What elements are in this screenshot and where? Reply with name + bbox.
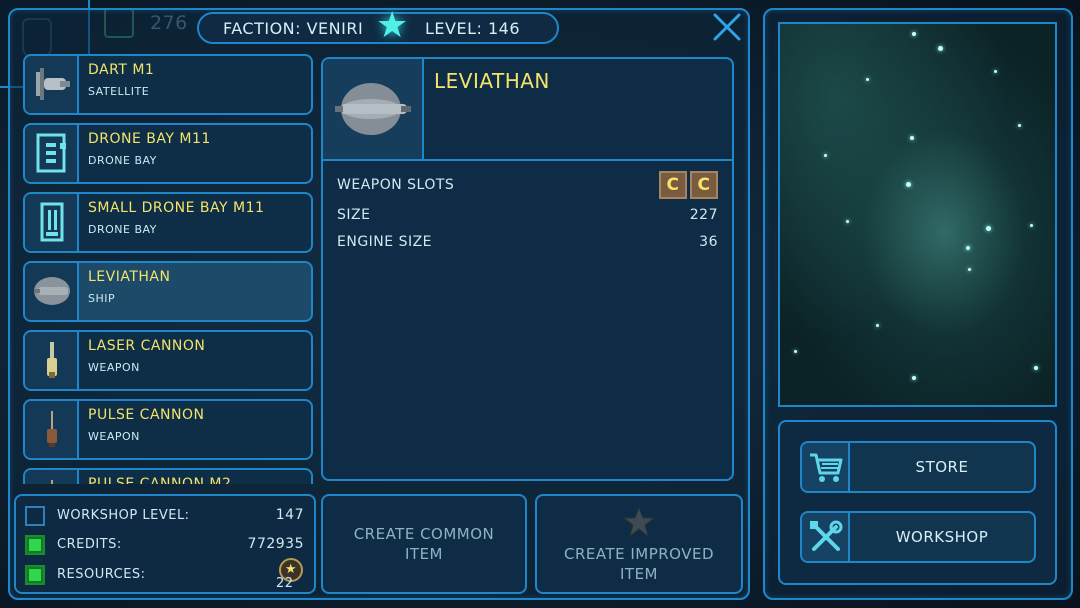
- item-name: PULSE CANNON: [88, 407, 205, 423]
- small-drone-bay-icon: [40, 202, 64, 242]
- engine-size-value: 36: [699, 234, 718, 250]
- weapon-slots-label: WEAPON SLOTS: [337, 177, 455, 193]
- pulse-cannon-icon: [51, 480, 53, 484]
- cart-icon: [810, 453, 843, 482]
- star-dot: [966, 246, 970, 250]
- list-item-drone-bay-m11[interactable]: DRONE BAY M11 DRONE BAY: [23, 123, 313, 184]
- star-dot: [866, 78, 869, 81]
- list-item-dart-m1[interactable]: DART M1 SATELLITE: [23, 54, 313, 115]
- weapon-slot-badge: C: [659, 171, 687, 199]
- item-type: WEAPON: [88, 430, 140, 443]
- tools-icon: [810, 520, 843, 551]
- size-label: SIZE: [337, 207, 371, 223]
- star-icon: [623, 506, 655, 538]
- ship-icon: [34, 277, 70, 305]
- list-item-pulse-cannon-m2[interactable]: PULSE CANNON M2 WEAPON: [23, 468, 313, 484]
- star-dot: [1034, 366, 1038, 370]
- star-dot: [846, 220, 849, 223]
- star-dot: [824, 154, 827, 157]
- store-icon-box: [802, 443, 850, 491]
- item-list[interactable]: DART M1 SATELLITE DRONE BAY M11 DRONE BA…: [20, 54, 316, 484]
- item-thumbnail: [25, 401, 79, 458]
- pulse-cannon-icon: [47, 411, 57, 447]
- close-icon: [713, 13, 741, 41]
- drone-bay-icon: [36, 133, 66, 173]
- item-type: WEAPON: [88, 361, 140, 374]
- workshop-button[interactable]: WORKSHOP: [800, 511, 1036, 563]
- store-label: STORE: [915, 458, 969, 476]
- star-dot: [938, 46, 943, 51]
- workshop-level-label: WORKSHOP LEVEL:: [57, 508, 190, 523]
- laser-cannon-icon: [47, 342, 57, 378]
- resources-value: 22: [276, 576, 294, 591]
- list-item-pulse-cannon[interactable]: PULSE CANNON WEAPON: [23, 399, 313, 460]
- detail-thumbnail: [323, 59, 424, 159]
- star-dot: [876, 324, 879, 327]
- store-button[interactable]: STORE: [800, 441, 1036, 493]
- item-name: DRONE BAY M11: [88, 131, 211, 147]
- size-value: 227: [689, 207, 718, 223]
- item-name: PULSE CANNON M2: [88, 476, 232, 484]
- item-type: DRONE BAY: [88, 154, 157, 167]
- workshop-stats-panel: WORKSHOP LEVEL: 147 CREDITS: 772935 RESO…: [14, 494, 316, 594]
- item-detail-panel: LEVIATHAN WEAPON SLOTS C C SIZE 227 ENGI…: [321, 57, 734, 481]
- ship-icon: [335, 83, 411, 135]
- item-thumbnail: [25, 470, 79, 484]
- create-improved-item-button[interactable]: CREATE IMPROVED ITEM: [535, 494, 743, 594]
- credits-indicator: [25, 535, 45, 555]
- create-improved-label-line1: CREATE IMPROVED: [563, 545, 715, 563]
- list-item-small-drone-bay-m11[interactable]: SMALL DRONE BAY M11 DRONE BAY: [23, 192, 313, 253]
- star-dot: [910, 136, 914, 140]
- item-name: DART M1: [88, 62, 155, 78]
- star-dot: [986, 226, 991, 231]
- engine-size-label: ENGINE SIZE: [337, 234, 433, 250]
- workshop-level-value: 147: [275, 507, 304, 523]
- star-dot: [1030, 224, 1033, 227]
- item-name: SMALL DRONE BAY M11: [88, 200, 265, 216]
- faction-label: FACTION: VENIRI: [223, 19, 364, 38]
- item-type: SHIP: [88, 292, 116, 305]
- detail-title: LEVIATHAN: [434, 69, 550, 93]
- close-button[interactable]: [710, 10, 744, 44]
- workshop-level-checkbox: [25, 506, 45, 526]
- star-dot: [794, 350, 797, 353]
- create-improved-label-line2: ITEM: [619, 565, 658, 583]
- workshop-label: WORKSHOP: [895, 528, 989, 546]
- starfield-preview: [778, 22, 1057, 407]
- star-dot: [1018, 124, 1021, 127]
- level-label: LEVEL: 146: [425, 19, 521, 38]
- star-dot: [906, 182, 911, 187]
- star-dot: [912, 32, 916, 36]
- credits-label: CREDITS:: [57, 537, 122, 552]
- item-thumbnail: [25, 125, 79, 182]
- list-item-laser-cannon[interactable]: LASER CANNON WEAPON: [23, 330, 313, 391]
- credits-value: 772935: [247, 536, 304, 552]
- star-dot: [994, 70, 997, 73]
- resources-indicator: [25, 565, 45, 585]
- item-type: DRONE BAY: [88, 223, 157, 236]
- item-name: LASER CANNON: [88, 338, 206, 354]
- star-icon: ★: [376, 5, 409, 46]
- satellite-icon: [36, 68, 70, 100]
- star-dot: [968, 268, 971, 271]
- item-thumbnail: [25, 263, 79, 320]
- item-name: LEVIATHAN: [88, 269, 171, 285]
- workshop-icon-box: [802, 513, 850, 561]
- create-common-label-line1: CREATE COMMON: [353, 525, 495, 543]
- create-common-item-button[interactable]: CREATE COMMON ITEM: [321, 494, 527, 594]
- star-dot: [912, 376, 916, 380]
- item-type: SATELLITE: [88, 85, 150, 98]
- item-thumbnail: [25, 56, 79, 113]
- item-thumbnail: [25, 332, 79, 389]
- detail-header: LEVIATHAN: [323, 59, 732, 161]
- weapon-slot-badge: C: [690, 171, 718, 199]
- list-item-leviathan[interactable]: LEVIATHAN SHIP: [23, 261, 313, 322]
- resources-label: RESOURCES:: [57, 567, 146, 582]
- create-common-label-line2: ITEM: [404, 545, 443, 563]
- item-thumbnail: [25, 194, 79, 251]
